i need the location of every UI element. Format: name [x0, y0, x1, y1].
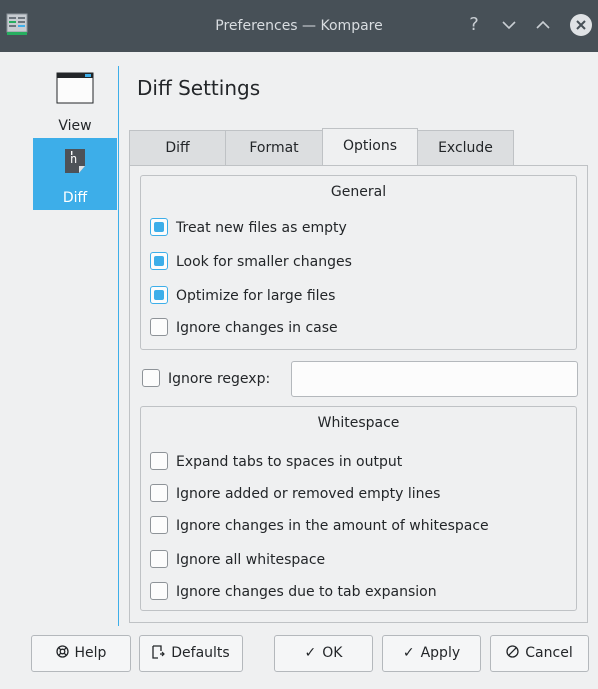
tab-exclude[interactable]: Exclude: [417, 130, 514, 166]
tab-diff[interactable]: Diff: [129, 130, 226, 166]
checkbox-box[interactable]: [150, 286, 168, 304]
cancel-icon: [506, 636, 519, 671]
close-button[interactable]: [570, 14, 592, 36]
close-icon: [576, 20, 586, 30]
checkbox-label: Ignore all whitespace: [176, 552, 326, 568]
cancel-label: Cancel: [525, 645, 573, 661]
title-bar: Preferences — Kompare ?: [0, 0, 598, 52]
checkbox-label: Ignore changes in the amount of whitespa…: [176, 518, 489, 534]
checkbox-ignore-regexp[interactable]: Ignore regexp:: [142, 368, 270, 390]
group-title: General: [330, 184, 387, 200]
checkbox-box[interactable]: [150, 318, 168, 336]
checkbox-box[interactable]: [150, 516, 168, 534]
checkbox-label: Ignore changes due to tab expansion: [176, 584, 437, 600]
checkbox-box[interactable]: [142, 369, 160, 387]
checkbox-ignore-changes-in-case[interactable]: Ignore changes in case: [150, 317, 338, 339]
cancel-button[interactable]: Cancel: [490, 635, 589, 672]
ignore-regexp-input[interactable]: [291, 361, 578, 397]
checkbox-label: Ignore added or removed empty lines: [176, 486, 441, 502]
window-icon: [56, 72, 94, 104]
ok-label: OK: [322, 645, 343, 661]
checkbox-box[interactable]: [150, 582, 168, 600]
help-label: Help: [74, 645, 107, 661]
apply-label: Apply: [420, 645, 461, 661]
sidebar-item-diff[interactable]: n Diff: [33, 138, 117, 210]
minimize-button[interactable]: [497, 13, 521, 37]
checkbox-ignore-all-whitespace[interactable]: Ignore all whitespace: [150, 549, 325, 571]
apply-button[interactable]: ✓ Apply: [382, 635, 481, 672]
checkbox-ignore-whitespace-amount[interactable]: Ignore changes in the amount of whitespa…: [150, 515, 489, 537]
checkbox-box[interactable]: [150, 218, 168, 236]
document-revert-icon: [152, 636, 166, 671]
checkbox-box[interactable]: [150, 550, 168, 568]
defaults-label: Defaults: [171, 645, 230, 661]
checkbox-label: Ignore regexp:: [168, 371, 271, 387]
chevron-down-icon: [502, 21, 516, 30]
tab-options[interactable]: Options: [322, 128, 418, 166]
sidebar-divider: [118, 66, 119, 626]
ok-button[interactable]: ✓ OK: [274, 635, 373, 672]
checkbox-look-for-smaller-changes[interactable]: Look for smaller changes: [150, 251, 352, 273]
sidebar-item-label: View: [58, 118, 92, 134]
sidebar-item-label: Diff: [62, 190, 88, 206]
checkbox-optimize-for-large-files[interactable]: Optimize for large files: [150, 285, 335, 307]
checkbox-box[interactable]: [150, 252, 168, 270]
maximize-button[interactable]: [531, 13, 555, 37]
sidebar-item-view[interactable]: View: [33, 66, 117, 138]
lifebuoy-icon: [55, 636, 69, 671]
checkbox-box[interactable]: [150, 484, 168, 502]
tab-format[interactable]: Format: [225, 130, 323, 166]
page-title: Diff Settings: [137, 76, 261, 100]
checkbox-expand-tabs[interactable]: Expand tabs to spaces in output: [150, 451, 402, 473]
checkmark-icon: ✓: [304, 645, 317, 661]
checkbox-label: Treat new files as empty: [176, 220, 347, 236]
checkbox-ignore-tab-expansion[interactable]: Ignore changes due to tab expansion: [150, 581, 437, 603]
checkbox-label: Optimize for large files: [176, 288, 336, 304]
context-help-button[interactable]: ?: [462, 13, 486, 37]
checkbox-treat-new-files-as-empty[interactable]: Treat new files as empty: [150, 217, 347, 239]
checkbox-ignore-empty-lines[interactable]: Ignore added or removed empty lines: [150, 483, 440, 505]
diff-document-icon: n: [65, 149, 85, 173]
help-question-icon: ?: [469, 14, 479, 35]
checkbox-box[interactable]: [150, 452, 168, 470]
help-button[interactable]: Help: [31, 635, 131, 672]
chevron-up-icon: [536, 20, 550, 29]
checkbox-label: Look for smaller changes: [176, 254, 352, 270]
defaults-button[interactable]: Defaults: [139, 635, 243, 672]
checkmark-icon: ✓: [402, 645, 415, 661]
group-title: Whitespace: [317, 415, 400, 431]
checkbox-label: Ignore changes in case: [176, 320, 338, 336]
checkbox-label: Expand tabs to spaces in output: [176, 454, 403, 470]
page-sidebar: View n Diff: [33, 66, 117, 626]
